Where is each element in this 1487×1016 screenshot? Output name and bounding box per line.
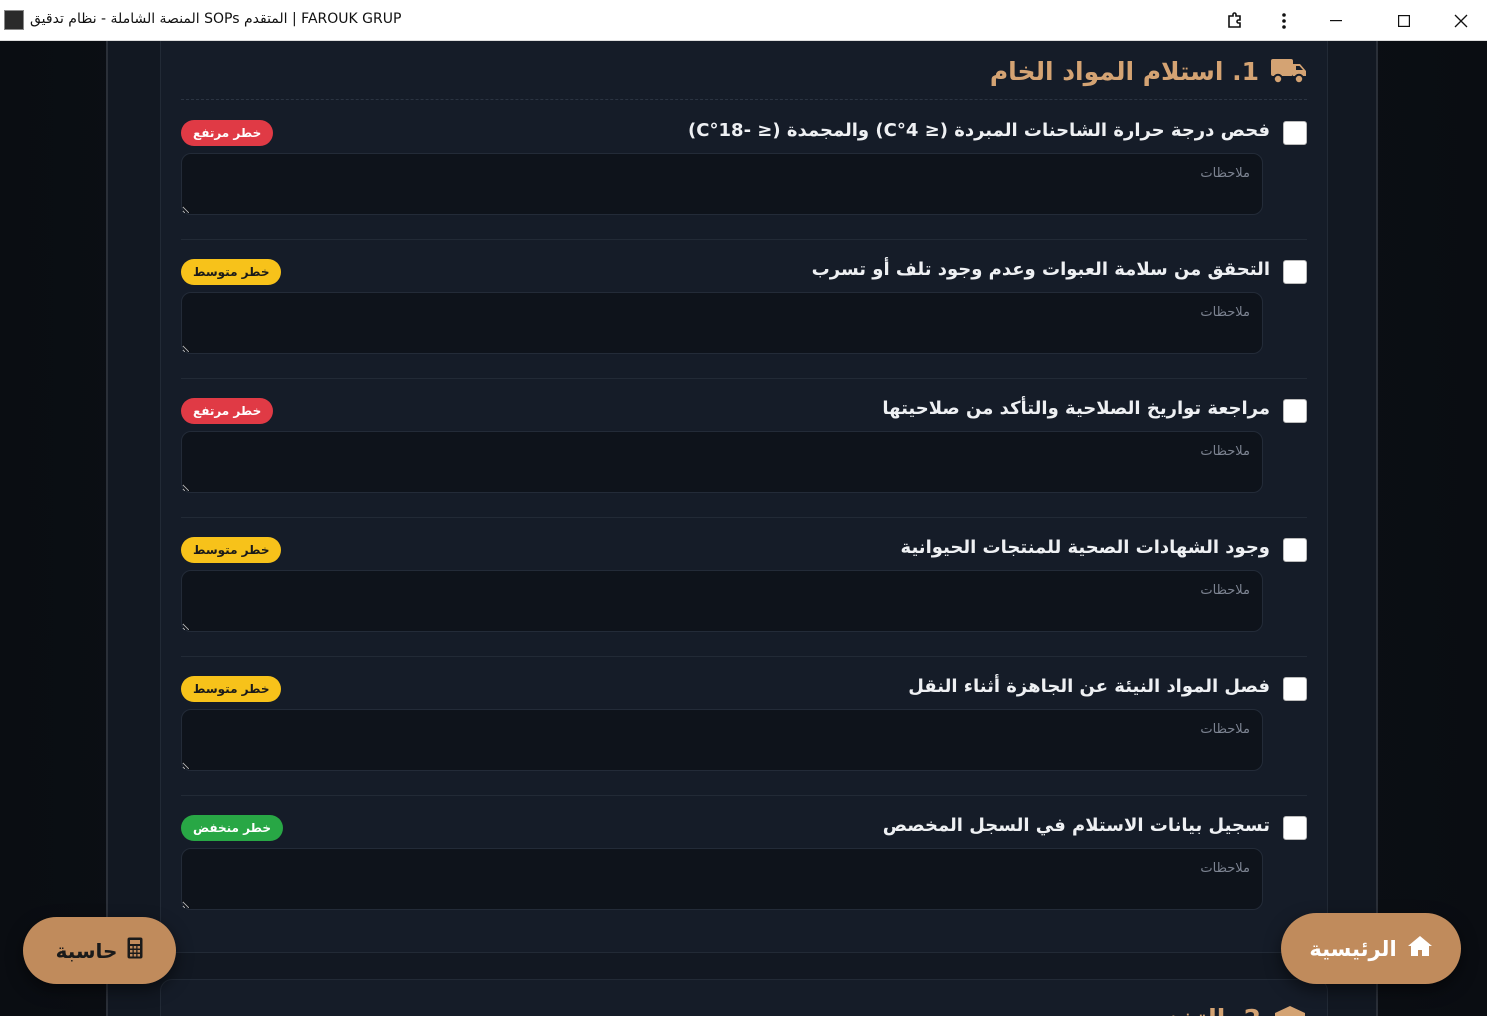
notes-input[interactable] (181, 292, 1263, 354)
title-bar: المنصة الشاملة - نظام تدقيق SOPs المتقدم… (0, 0, 1487, 41)
home-label: الرئيسية (1309, 936, 1397, 961)
item-checkbox[interactable] (1283, 399, 1307, 423)
risk-badge: خطر منخفض (181, 815, 283, 841)
item-checkbox[interactable] (1283, 677, 1307, 701)
calculator-label: حاسبة (55, 938, 118, 963)
checklist-item: مراجعة تواريخ الصلاحية والتأكد من صلاحيت… (181, 379, 1307, 518)
section-title: 2. التخزين (1132, 1004, 1307, 1016)
risk-badge: خطر متوسط (181, 259, 282, 285)
section-receiving-card: 1. استلام المواد الخام فحص درجة حرارة ال… (160, 41, 1328, 953)
page-area: 1. استلام المواد الخام فحص درجة حرارة ال… (0, 41, 1487, 1016)
checklist-item: فصل المواد النيئة عن الجاهزة أثناء النقل… (181, 657, 1307, 796)
home-icon (1407, 935, 1433, 962)
item-label: مراجعة تواريخ الصلاحية والتأكد من صلاحيت… (882, 398, 1270, 419)
more-menu-icon[interactable] (1261, 0, 1307, 41)
section-title: 1. استلام المواد الخام (990, 53, 1307, 89)
item-label: التحقق من سلامة العبوات وعدم وجود تلف أو… (811, 259, 1270, 280)
calculator-button[interactable]: حاسبة (23, 917, 176, 984)
notes-input[interactable] (181, 153, 1263, 215)
content-panel: 1. استلام المواد الخام فحص درجة حرارة ال… (106, 41, 1378, 1016)
notes-input[interactable] (181, 848, 1263, 910)
notes-input[interactable] (181, 709, 1263, 771)
risk-badge: خطر مرتفع (181, 398, 274, 424)
risk-badge: خطر مرتفع (181, 120, 274, 146)
item-checkbox[interactable] (1283, 538, 1307, 562)
app-logo-icon (4, 10, 24, 30)
section-storage-card: 2. التخزين (160, 979, 1328, 1016)
item-label: وجود الشهادات الصحية للمنتجات الحيوانية (900, 537, 1270, 558)
section-title-text: 1. استلام المواد الخام (989, 56, 1259, 86)
home-button[interactable]: الرئيسية (1281, 913, 1461, 984)
checklist-item: فحص درجة حرارة الشاحنات المبردة (≤ 4°C) … (181, 101, 1307, 240)
notes-input[interactable] (181, 431, 1263, 493)
item-checkbox[interactable] (1283, 816, 1307, 840)
checklist-item: تسجيل بيانات الاستلام في السجل المخصص خط… (181, 796, 1307, 935)
minimize-button[interactable] (1313, 0, 1359, 41)
close-button[interactable] (1438, 0, 1484, 41)
item-label: فصل المواد النيئة عن الجاهزة أثناء النقل (908, 676, 1270, 697)
notes-input[interactable] (181, 570, 1263, 632)
box-icon (1273, 1004, 1307, 1016)
calculator-icon (127, 937, 143, 964)
section-divider (181, 99, 1307, 100)
extensions-icon[interactable] (1212, 0, 1258, 41)
item-checkbox[interactable] (1283, 121, 1307, 145)
window-title: المنصة الشاملة - نظام تدقيق SOPs المتقدم… (30, 11, 402, 27)
item-checkbox[interactable] (1283, 260, 1307, 284)
item-label: فحص درجة حرارة الشاحنات المبردة (≤ 4°C) … (688, 120, 1270, 141)
checklist-item: التحقق من سلامة العبوات وعدم وجود تلف أو… (181, 240, 1307, 379)
risk-badge: خطر متوسط (181, 537, 282, 563)
item-label: تسجيل بيانات الاستلام في السجل المخصص (882, 815, 1270, 836)
maximize-button[interactable] (1381, 0, 1427, 41)
truck-icon (1271, 57, 1307, 85)
risk-badge: خطر متوسط (181, 676, 282, 702)
section-title-text: 2. التخزين (1132, 1004, 1261, 1016)
checklist-item: وجود الشهادات الصحية للمنتجات الحيوانية … (181, 518, 1307, 657)
